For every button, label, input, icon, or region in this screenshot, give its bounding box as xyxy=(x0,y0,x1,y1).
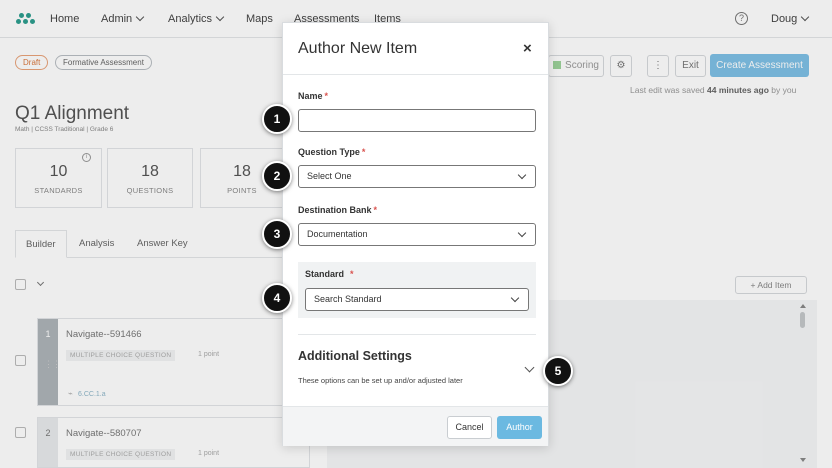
chevron-down-icon xyxy=(510,293,520,303)
additional-settings-title[interactable]: Additional Settings xyxy=(298,349,412,363)
name-input[interactable] xyxy=(298,109,536,132)
callout-2: 2 xyxy=(262,161,292,191)
callout-4: 4 xyxy=(262,283,292,313)
destination-bank-label-text: Destination Bank xyxy=(298,205,372,215)
required-mark: * xyxy=(373,205,378,215)
destination-bank-label: Destination Bank * xyxy=(298,205,377,215)
standard-section: Standard * Search Standard xyxy=(298,262,536,318)
modal-header: Author New Item × xyxy=(283,23,548,75)
question-type-label: Question Type * xyxy=(298,147,365,157)
modal-footer: Cancel Author xyxy=(283,406,548,446)
required-mark: * xyxy=(324,91,329,101)
chevron-down-icon xyxy=(517,228,527,238)
author-new-item-modal: Author New Item × Name * Question Type * S… xyxy=(282,22,549,446)
destination-bank-value: Documentation xyxy=(307,229,368,239)
required-mark: * xyxy=(361,147,366,157)
destination-bank-select[interactable]: Documentation xyxy=(298,223,536,246)
question-type-select[interactable]: Select One xyxy=(298,165,536,188)
author-button[interactable]: Author xyxy=(497,416,542,439)
standard-search-placeholder: Search Standard xyxy=(314,294,382,304)
question-type-value: Select One xyxy=(307,171,352,181)
question-type-label-text: Question Type xyxy=(298,147,360,157)
modal-title: Author New Item xyxy=(298,40,418,57)
chevron-down-icon[interactable] xyxy=(524,362,535,373)
callout-5: 5 xyxy=(543,356,573,386)
standard-label-text: Standard xyxy=(305,269,345,279)
callout-3: 3 xyxy=(262,219,292,249)
close-icon[interactable]: × xyxy=(523,40,532,57)
name-label-text: Name xyxy=(298,91,323,101)
standard-label: Standard * xyxy=(305,269,354,279)
section-divider xyxy=(298,334,536,335)
name-label: Name * xyxy=(298,91,328,101)
standard-search-select[interactable]: Search Standard xyxy=(305,288,529,311)
required-mark: * xyxy=(350,269,354,279)
chevron-down-icon xyxy=(517,170,527,180)
cancel-button[interactable]: Cancel xyxy=(447,416,492,439)
additional-settings-description: These options can be set up and/or adjus… xyxy=(298,376,463,385)
callout-1: 1 xyxy=(262,104,292,134)
